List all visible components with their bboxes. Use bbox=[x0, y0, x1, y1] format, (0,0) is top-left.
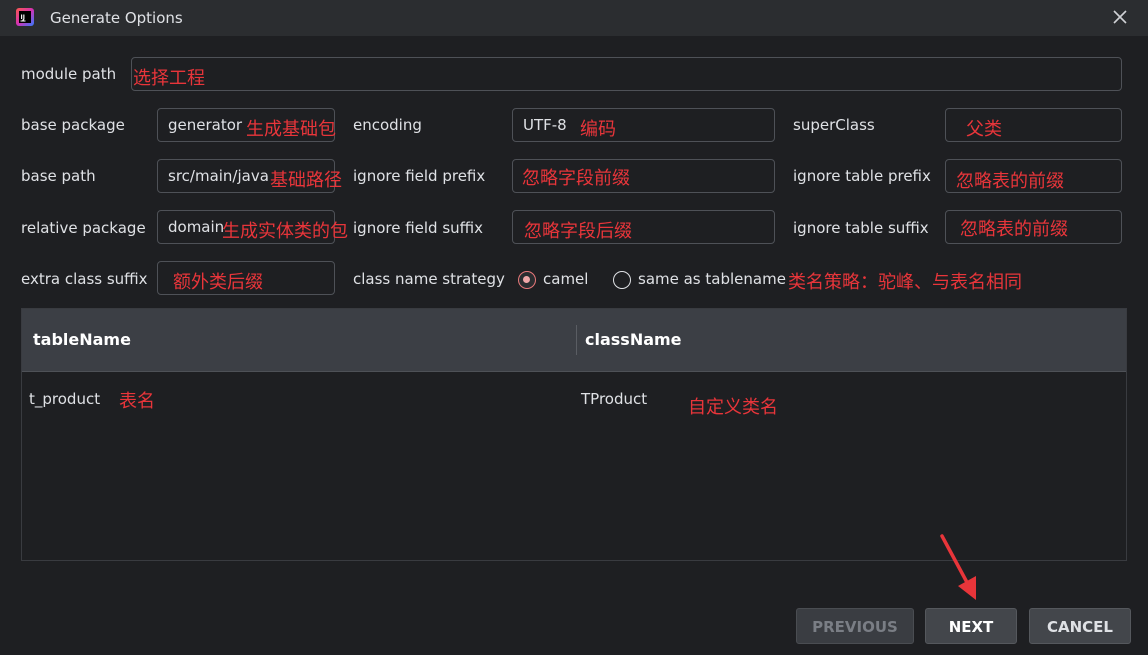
ignore-table-prefix-label: ignore table prefix bbox=[793, 167, 931, 185]
extra-class-suffix-label: extra class suffix bbox=[21, 270, 148, 288]
same-as-tablename-radio[interactable] bbox=[613, 271, 631, 289]
svg-text:IJ: IJ bbox=[21, 14, 25, 21]
base-path-value: src/main/java bbox=[168, 167, 269, 185]
window-title: Generate Options bbox=[50, 9, 183, 27]
encoding-annotation: 编码 bbox=[580, 119, 616, 140]
camel-radio[interactable] bbox=[518, 271, 536, 289]
ignore-field-suffix-annotation: 忽略字段后缀 bbox=[524, 221, 632, 242]
encoding-value: UTF-8 bbox=[523, 116, 567, 134]
ignore-table-suffix-label: ignore table suffix bbox=[793, 219, 929, 237]
table-header: tableName className bbox=[22, 309, 1126, 372]
column-header-classname[interactable]: className bbox=[585, 330, 682, 349]
close-icon[interactable] bbox=[1110, 7, 1130, 27]
classname-annotation: 自定义类名 bbox=[688, 397, 778, 418]
same-as-tablename-radio-label[interactable]: same as tablename bbox=[638, 270, 786, 288]
module-path-field[interactable] bbox=[131, 57, 1122, 91]
encoding-field[interactable]: UTF-8 bbox=[512, 108, 775, 142]
module-path-label: module path bbox=[21, 65, 117, 83]
class-name-strategy-annotation: 类名策略：驼峰、与表名相同 bbox=[788, 272, 1022, 293]
column-header-tablename[interactable]: tableName bbox=[33, 330, 131, 349]
class-name-strategy-label: class name strategy bbox=[353, 270, 505, 288]
encoding-label: encoding bbox=[353, 116, 422, 134]
cancel-button[interactable]: CANCEL bbox=[1029, 608, 1131, 644]
base-package-annotation: 生成基础包 bbox=[246, 119, 336, 140]
tablename-annotation: 表名 bbox=[119, 391, 155, 412]
previous-button[interactable]: PREVIOUS bbox=[796, 608, 914, 644]
ignore-field-suffix-label: ignore field suffix bbox=[353, 219, 484, 237]
ignore-table-suffix-annotation: 忽略表的前缀 bbox=[960, 219, 1068, 240]
extra-class-suffix-annotation: 额外类后缀 bbox=[173, 272, 263, 293]
cell-tablename[interactable]: t_product bbox=[29, 390, 100, 408]
red-arrow-annotation bbox=[940, 534, 976, 600]
ignore-table-prefix-annotation: 忽略表的前缀 bbox=[956, 171, 1064, 192]
base-package-value: generator bbox=[168, 116, 243, 134]
base-package-label: base package bbox=[21, 116, 125, 134]
ignore-field-prefix-label: ignore field prefix bbox=[353, 167, 486, 185]
relative-package-annotation: 生成实体类的包 bbox=[222, 221, 348, 242]
relative-package-label: relative package bbox=[21, 219, 146, 237]
ignore-field-prefix-annotation: 忽略字段前缀 bbox=[522, 168, 630, 189]
module-path-annotation: 选择工程 bbox=[133, 68, 205, 89]
superclass-label: superClass bbox=[793, 116, 875, 134]
base-path-label: base path bbox=[21, 167, 96, 185]
column-separator[interactable] bbox=[576, 325, 577, 355]
table-mapping: tableName className t_product 表名 TProduc… bbox=[21, 308, 1127, 561]
next-button[interactable]: NEXT bbox=[925, 608, 1017, 644]
intellij-app-icon: IJ bbox=[16, 8, 34, 26]
relative-package-value: domain bbox=[168, 218, 225, 236]
title-bar: IJ Generate Options bbox=[0, 0, 1148, 36]
cell-classname[interactable]: TProduct bbox=[581, 390, 647, 408]
camel-radio-label[interactable]: camel bbox=[543, 270, 588, 288]
base-path-annotation: 基础路径 bbox=[270, 170, 342, 191]
superclass-annotation: 父类 bbox=[966, 119, 1002, 140]
